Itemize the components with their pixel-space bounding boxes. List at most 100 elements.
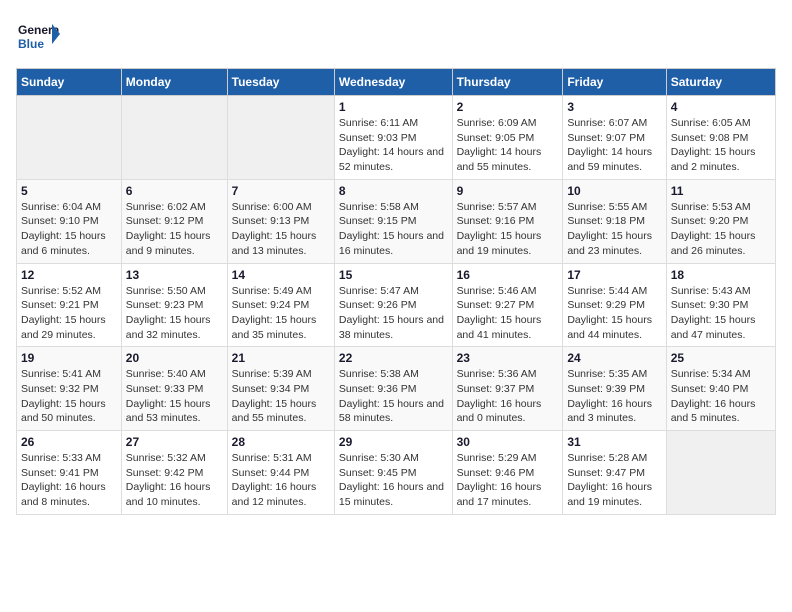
day-number: 10	[567, 184, 661, 198]
day-number: 13	[126, 268, 223, 282]
day-number: 11	[671, 184, 771, 198]
day-cell: 15 Sunrise: 5:47 AMSunset: 9:26 PMDayligh…	[334, 263, 452, 347]
day-cell: 9 Sunrise: 5:57 AMSunset: 9:16 PMDaylight…	[452, 179, 563, 263]
day-number: 23	[457, 351, 559, 365]
day-info: Sunrise: 5:40 AMSunset: 9:33 PMDaylight:…	[126, 367, 223, 426]
day-cell: 10 Sunrise: 5:55 AMSunset: 9:18 PMDayligh…	[563, 179, 666, 263]
day-info: Sunrise: 6:09 AMSunset: 9:05 PMDaylight:…	[457, 116, 559, 175]
day-info: Sunrise: 6:07 AMSunset: 9:07 PMDaylight:…	[567, 116, 661, 175]
day-number: 19	[21, 351, 117, 365]
day-info: Sunrise: 6:00 AMSunset: 9:13 PMDaylight:…	[232, 200, 330, 259]
day-number: 6	[126, 184, 223, 198]
day-cell: 13 Sunrise: 5:50 AMSunset: 9:23 PMDayligh…	[121, 263, 227, 347]
day-cell: 21 Sunrise: 5:39 AMSunset: 9:34 PMDayligh…	[227, 347, 334, 431]
day-number: 14	[232, 268, 330, 282]
day-info: Sunrise: 5:29 AMSunset: 9:46 PMDaylight:…	[457, 451, 559, 510]
day-info: Sunrise: 5:52 AMSunset: 9:21 PMDaylight:…	[21, 284, 117, 343]
day-cell: 1 Sunrise: 6:11 AMSunset: 9:03 PMDaylight…	[334, 96, 452, 180]
day-info: Sunrise: 5:53 AMSunset: 9:20 PMDaylight:…	[671, 200, 771, 259]
day-cell: 12 Sunrise: 5:52 AMSunset: 9:21 PMDayligh…	[17, 263, 122, 347]
day-number: 3	[567, 100, 661, 114]
col-header-thursday: Thursday	[452, 69, 563, 96]
day-number: 1	[339, 100, 448, 114]
day-info: Sunrise: 5:44 AMSunset: 9:29 PMDaylight:…	[567, 284, 661, 343]
day-cell	[227, 96, 334, 180]
day-number: 8	[339, 184, 448, 198]
day-cell: 5 Sunrise: 6:04 AMSunset: 9:10 PMDaylight…	[17, 179, 122, 263]
day-number: 16	[457, 268, 559, 282]
day-info: Sunrise: 5:39 AMSunset: 9:34 PMDaylight:…	[232, 367, 330, 426]
day-cell: 23 Sunrise: 5:36 AMSunset: 9:37 PMDayligh…	[452, 347, 563, 431]
day-info: Sunrise: 5:55 AMSunset: 9:18 PMDaylight:…	[567, 200, 661, 259]
day-cell: 8 Sunrise: 5:58 AMSunset: 9:15 PMDaylight…	[334, 179, 452, 263]
day-info: Sunrise: 5:41 AMSunset: 9:32 PMDaylight:…	[21, 367, 117, 426]
day-cell: 6 Sunrise: 6:02 AMSunset: 9:12 PMDaylight…	[121, 179, 227, 263]
day-cell: 14 Sunrise: 5:49 AMSunset: 9:24 PMDayligh…	[227, 263, 334, 347]
day-number: 17	[567, 268, 661, 282]
day-number: 22	[339, 351, 448, 365]
day-number: 18	[671, 268, 771, 282]
week-row-4: 19 Sunrise: 5:41 AMSunset: 9:32 PMDayligh…	[17, 347, 776, 431]
day-info: Sunrise: 6:11 AMSunset: 9:03 PMDaylight:…	[339, 116, 448, 175]
day-cell: 2 Sunrise: 6:09 AMSunset: 9:05 PMDaylight…	[452, 96, 563, 180]
svg-text:Blue: Blue	[18, 37, 44, 51]
day-info: Sunrise: 5:35 AMSunset: 9:39 PMDaylight:…	[567, 367, 661, 426]
day-number: 26	[21, 435, 117, 449]
day-cell: 19 Sunrise: 5:41 AMSunset: 9:32 PMDayligh…	[17, 347, 122, 431]
day-cell	[666, 431, 775, 515]
day-number: 24	[567, 351, 661, 365]
calendar-table: SundayMondayTuesdayWednesdayThursdayFrid…	[16, 68, 776, 515]
day-info: Sunrise: 5:33 AMSunset: 9:41 PMDaylight:…	[21, 451, 117, 510]
col-header-saturday: Saturday	[666, 69, 775, 96]
day-info: Sunrise: 5:58 AMSunset: 9:15 PMDaylight:…	[339, 200, 448, 259]
col-header-wednesday: Wednesday	[334, 69, 452, 96]
page-header: General Blue	[16, 16, 776, 60]
day-number: 29	[339, 435, 448, 449]
day-number: 15	[339, 268, 448, 282]
day-info: Sunrise: 5:34 AMSunset: 9:40 PMDaylight:…	[671, 367, 771, 426]
day-info: Sunrise: 5:47 AMSunset: 9:26 PMDaylight:…	[339, 284, 448, 343]
day-cell: 29 Sunrise: 5:30 AMSunset: 9:45 PMDayligh…	[334, 431, 452, 515]
week-row-1: 1 Sunrise: 6:11 AMSunset: 9:03 PMDaylight…	[17, 96, 776, 180]
day-cell	[121, 96, 227, 180]
day-cell: 7 Sunrise: 6:00 AMSunset: 9:13 PMDaylight…	[227, 179, 334, 263]
day-number: 7	[232, 184, 330, 198]
day-info: Sunrise: 5:57 AMSunset: 9:16 PMDaylight:…	[457, 200, 559, 259]
day-cell: 22 Sunrise: 5:38 AMSunset: 9:36 PMDayligh…	[334, 347, 452, 431]
day-number: 20	[126, 351, 223, 365]
day-info: Sunrise: 5:46 AMSunset: 9:27 PMDaylight:…	[457, 284, 559, 343]
day-number: 12	[21, 268, 117, 282]
day-cell: 26 Sunrise: 5:33 AMSunset: 9:41 PMDayligh…	[17, 431, 122, 515]
day-number: 21	[232, 351, 330, 365]
day-info: Sunrise: 5:36 AMSunset: 9:37 PMDaylight:…	[457, 367, 559, 426]
day-number: 5	[21, 184, 117, 198]
day-info: Sunrise: 5:43 AMSunset: 9:30 PMDaylight:…	[671, 284, 771, 343]
day-info: Sunrise: 5:49 AMSunset: 9:24 PMDaylight:…	[232, 284, 330, 343]
col-header-monday: Monday	[121, 69, 227, 96]
day-info: Sunrise: 5:30 AMSunset: 9:45 PMDaylight:…	[339, 451, 448, 510]
day-number: 31	[567, 435, 661, 449]
col-header-friday: Friday	[563, 69, 666, 96]
day-info: Sunrise: 5:38 AMSunset: 9:36 PMDaylight:…	[339, 367, 448, 426]
day-cell: 25 Sunrise: 5:34 AMSunset: 9:40 PMDayligh…	[666, 347, 775, 431]
week-row-3: 12 Sunrise: 5:52 AMSunset: 9:21 PMDayligh…	[17, 263, 776, 347]
week-row-2: 5 Sunrise: 6:04 AMSunset: 9:10 PMDaylight…	[17, 179, 776, 263]
day-number: 30	[457, 435, 559, 449]
day-info: Sunrise: 5:50 AMSunset: 9:23 PMDaylight:…	[126, 284, 223, 343]
day-number: 9	[457, 184, 559, 198]
day-cell: 27Sunrise: 5:32 AMSunset: 9:42 PMDayligh…	[121, 431, 227, 515]
day-cell: 28Sunrise: 5:31 AMSunset: 9:44 PMDayligh…	[227, 431, 334, 515]
week-row-5: 26 Sunrise: 5:33 AMSunset: 9:41 PMDayligh…	[17, 431, 776, 515]
day-cell: 18 Sunrise: 5:43 AMSunset: 9:30 PMDayligh…	[666, 263, 775, 347]
day-info: Sunrise: 5:32 AMSunset: 9:42 PMDaylight:…	[126, 451, 223, 510]
day-cell: 16 Sunrise: 5:46 AMSunset: 9:27 PMDayligh…	[452, 263, 563, 347]
day-number: 28	[232, 435, 330, 449]
day-info: Sunrise: 6:04 AMSunset: 9:10 PMDaylight:…	[21, 200, 117, 259]
col-header-tuesday: Tuesday	[227, 69, 334, 96]
day-info: Sunrise: 6:02 AMSunset: 9:12 PMDaylight:…	[126, 200, 223, 259]
day-cell: 11 Sunrise: 5:53 AMSunset: 9:20 PMDayligh…	[666, 179, 775, 263]
day-number: 2	[457, 100, 559, 114]
day-number: 25	[671, 351, 771, 365]
day-cell: 31Sunrise: 5:28 AMSunset: 9:47 PMDayligh…	[563, 431, 666, 515]
logo: General Blue	[16, 16, 60, 60]
